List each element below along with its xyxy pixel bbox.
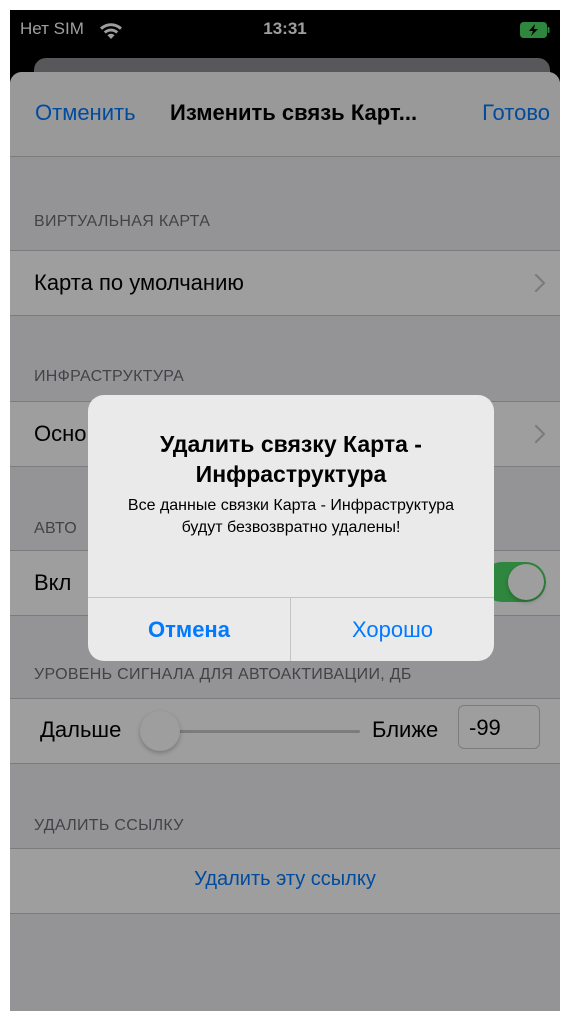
device-screen: Нет SIM 13:31 Отменить Изменить связь Ка… xyxy=(10,10,560,1011)
delete-confirm-alert: Удалить связку Карта - Инфраструктура Вс… xyxy=(88,395,494,661)
alert-button-bar: Отмена Хорошо xyxy=(88,597,494,661)
alert-title: Удалить связку Карта - Инфраструктура xyxy=(160,431,422,487)
alert-message: Все данные связки Карта - Инфраструктура… xyxy=(127,497,455,536)
alert-cancel-button[interactable]: Отмена xyxy=(88,598,291,661)
alert-ok-button[interactable]: Хорошо xyxy=(291,598,494,661)
